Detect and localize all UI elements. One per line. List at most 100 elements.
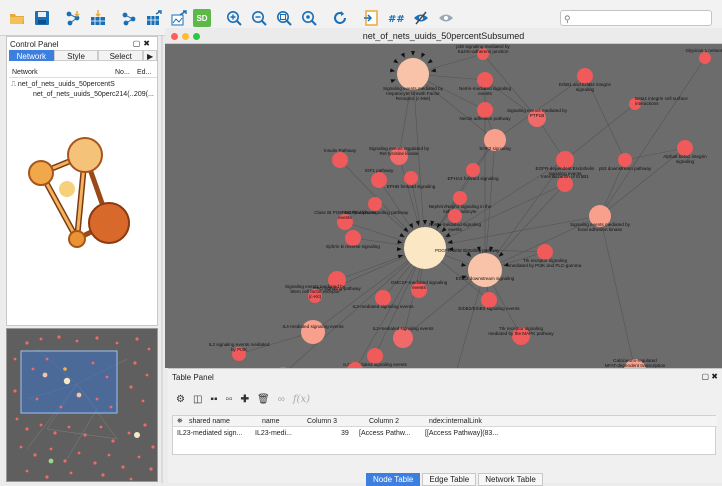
table-header-row: ⛯ shared name name Column 3 Column 2 nde… (173, 416, 717, 427)
col-network[interactable]: Network (12, 67, 38, 78)
pathway-node-label: IL2-mediated signaling events (372, 326, 434, 331)
pathway-node-label: IL2 signaling events mediated by PI3K (209, 342, 270, 352)
table-panel-title: Table Panel (172, 373, 214, 382)
cell-name[interactable]: IL23-medi... (255, 428, 313, 439)
column-header-name[interactable]: name (262, 416, 280, 427)
column-header-column-3[interactable]: Column 3 (307, 416, 337, 427)
edge-arrowhead (430, 68, 437, 73)
column-header-column-2[interactable]: Column 2 (369, 416, 399, 427)
cell-shared-name[interactable]: IL23-mediated sign... (177, 428, 253, 439)
sd-icon[interactable]: SD (193, 9, 211, 27)
network-edge[interactable] (564, 103, 636, 161)
pathway-node[interactable] (371, 172, 387, 188)
unlink-columns-icon[interactable]: ▫▫ (226, 394, 233, 405)
control-panel-tabs: Network Style Select ▶ (9, 50, 158, 61)
open-folder-icon[interactable] (8, 9, 26, 27)
sd-icon-label: SD (196, 13, 208, 23)
zoom-selected-icon[interactable] (300, 9, 318, 27)
network-child-nodes: 209(... (134, 91, 154, 98)
open-session-icon[interactable] (362, 9, 380, 27)
network-root-row[interactable]: ⎍ net_of_nets_uuids_50percentS (11, 81, 115, 89)
pathway-node-label: GMCSF-mediated signaling events (391, 280, 448, 290)
birds-eye-view[interactable] (6, 328, 158, 482)
network-child-count: 209(... (134, 91, 154, 98)
export-table-icon[interactable] (145, 9, 163, 27)
tab-edge-table[interactable]: Edge Table (422, 473, 477, 486)
pathway-node[interactable] (453, 191, 467, 205)
cell-column-2[interactable]: [Access Pathw... (359, 428, 423, 439)
pathway-node[interactable] (699, 52, 711, 64)
col-nodes[interactable]: No... (115, 67, 130, 78)
pathway-node-label: p53 downstream pathway (599, 166, 652, 171)
pathway-node-label: Beta1 integrin cell surface interactions (635, 96, 688, 106)
pathway-node[interactable] (393, 328, 413, 348)
control-panel-title: Control Panel (10, 40, 59, 49)
refresh-icon[interactable] (331, 9, 349, 27)
pathway-node[interactable] (404, 171, 418, 185)
columns-icon[interactable]: ◫ (193, 394, 202, 405)
panel-divider[interactable] (161, 36, 163, 483)
pathway-node[interactable] (618, 153, 632, 167)
pathway-node-label: Signaling events mediated by Stem cell fa… (285, 284, 346, 299)
window-close-button[interactable] (171, 33, 178, 40)
network-edge[interactable] (599, 215, 635, 368)
cell-column-3[interactable]: 39 (341, 428, 349, 439)
export-image-icon[interactable] (170, 9, 188, 27)
edge-arrowhead (393, 58, 399, 64)
pathway-node-label: PDGFR-beta signaling pathway (435, 248, 500, 253)
pathway-node-label: EPHB forward signaling (387, 184, 436, 189)
pathway-node[interactable] (448, 209, 462, 223)
pathway-node-label: Signaling events mediated by PTP1B (507, 108, 568, 118)
pathway-node-label: Calcineurin-regulated NFAT-dependent tran… (605, 358, 666, 368)
export-network-icon[interactable] (120, 9, 138, 27)
network-child-row[interactable]: net_of_nets_uuids_50perc214(... (33, 91, 135, 98)
window-maximize-button[interactable] (193, 33, 200, 40)
tab-network[interactable]: Network (9, 50, 54, 61)
edge-arrowhead (461, 262, 467, 267)
network-list-header: Network No... Ed... (9, 67, 157, 78)
tab-node-table[interactable]: Node Table (366, 473, 421, 486)
hide-icon[interactable] (412, 9, 430, 27)
network-canvas[interactable]: Signaling events mediated by Hepatocyte G… (165, 44, 722, 368)
import-network-icon[interactable] (64, 9, 82, 27)
gear-icon[interactable]: ⚙ (176, 394, 185, 405)
function-builder-button[interactable]: f(x) (293, 394, 310, 405)
network-window-titlebar: net_of_nets_uuids_50percentSubsumed (165, 28, 722, 44)
zoom-out-icon[interactable] (250, 9, 268, 27)
import-table-icon[interactable] (89, 9, 107, 27)
pathway-node[interactable] (466, 163, 480, 177)
zoom-in-icon[interactable] (225, 9, 243, 27)
show-icon[interactable] (437, 9, 455, 27)
search-input[interactable]: ⚲ (560, 10, 712, 26)
table-row[interactable]: IL23-mediated sign... IL23-medi... 39 [A… (173, 428, 717, 439)
add-column-icon[interactable]: ✚ (241, 394, 249, 405)
col-edges[interactable]: Ed... (137, 67, 151, 78)
pathway-node[interactable] (332, 152, 348, 168)
edge-arrowhead (447, 239, 453, 244)
pathway-node[interactable] (368, 197, 382, 211)
tab-network-table[interactable]: Network Table (478, 473, 543, 486)
tab-overflow-arrow[interactable]: ▶ (143, 50, 158, 61)
column-header-ndex-link[interactable]: ndex:internalLink (429, 416, 482, 427)
tab-select[interactable]: Select (98, 50, 144, 61)
panel-controls[interactable]: ▢✖ (133, 39, 153, 48)
pathway-node-label: Netrin-mediated signaling events (429, 222, 482, 232)
edge-arrowhead (411, 51, 415, 56)
network-edge[interactable] (599, 57, 706, 217)
pathway-node-label: Internalization of ErbB1 (541, 174, 589, 179)
layout-icon[interactable]: ## (387, 9, 405, 27)
svg-text:##: ## (388, 14, 404, 25)
delete-column-icon[interactable]: 🗑 (257, 394, 270, 405)
pathway-node[interactable] (468, 253, 502, 287)
link-icon[interactable]: ∞ (278, 394, 285, 405)
window-minimize-button[interactable] (182, 33, 189, 40)
save-icon[interactable] (33, 9, 51, 27)
tab-style[interactable]: Style (53, 50, 99, 61)
shared-name-key-icon: ⛯ (177, 418, 183, 425)
column-header-shared-name[interactable]: shared name (189, 416, 230, 427)
zoom-fit-icon[interactable] (275, 9, 293, 27)
pathway-node-label: IL4-mediated signaling events (282, 324, 344, 329)
cell-ndex-link[interactable]: [[Access Pathway](83... (425, 428, 515, 439)
table-panel-controls[interactable]: ▢ ✖ (702, 372, 718, 381)
link-columns-icon[interactable]: ▪▪ (210, 394, 217, 405)
